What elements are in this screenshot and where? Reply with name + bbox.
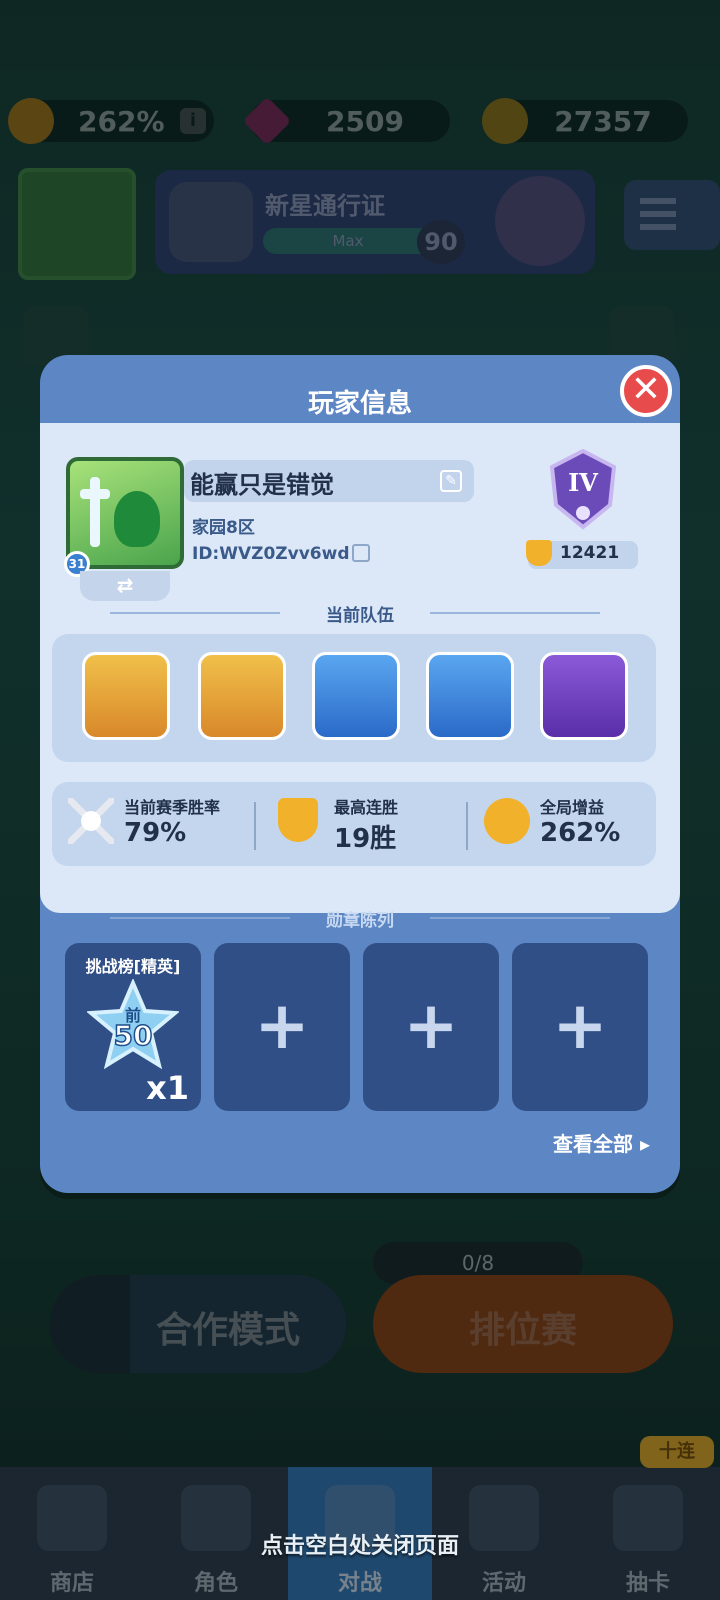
gems-resource[interactable]: 2509 [242,96,450,146]
rank-badge-icon: IV [549,449,617,530]
hero-slot-leaf-warrior[interactable] [312,652,400,740]
green-cat-icon [114,491,160,547]
player-name: 能赢只是错觉 [190,471,334,499]
pass-bar-label: Max [332,232,364,250]
stats-row: 当前赛季胜率 79% 最高连胜 19胜 全局增益 262% [52,782,656,866]
hamburger-menu-button[interactable] [624,180,720,250]
player-avatar-button[interactable] [18,168,136,280]
player-info-modal: 玩家信息 ✕ 31 ⇄ 能赢只是错觉 ✎ 家园8区 ID:WVZ0Zvv6wd … [40,355,680,1193]
pass-progress-bar: Max [263,228,433,254]
coop-mode-button[interactable]: 合作模式 [50,1275,346,1373]
stat-boost-value: 262% [540,818,621,848]
nav-battle-label: 对战 [337,1571,382,1596]
add-icon: + [403,987,459,1064]
player-id: ID:WVZ0Zvv6wd [192,544,350,564]
stat-win-streak: 最高连胜 19胜 [278,792,458,856]
close-hint: 点击空白处关闭页面 [260,1534,459,1559]
nav-shop-label: 商店 [49,1571,94,1596]
profile-panel: 31 ⇄ 能赢只是错觉 ✎ 家园8区 ID:WVZ0Zvv6wd IV 1242… [40,423,680,913]
trophy-count: 12421 [560,543,620,563]
pass-emblem-icon [169,182,253,262]
team-lineup [52,634,656,762]
ranked-mode-label: 排位赛 [468,1310,577,1351]
boost-icon [484,798,530,844]
hero-slot-goblin-mechanic[interactable] [540,652,628,740]
coins-resource[interactable]: 27357 [482,98,688,144]
medal-slot-empty-3[interactable]: + [512,943,648,1111]
nav-events-label: 活动 [481,1571,526,1596]
coin-icon [482,98,528,144]
pass-title: 新星通行证 [265,192,385,220]
add-icon: + [552,987,608,1064]
medal-label: 挑战榜[精英] [85,957,181,976]
stat-winrate-value: 79% [124,818,187,848]
medal-slot-empty-1[interactable]: + [214,943,350,1111]
stat-streak-label: 最高连胜 [334,798,399,817]
star-medal-icon: 前 50 [87,979,179,1070]
ten-pull-badge: 十连 [640,1436,714,1468]
nav-heroes-label: 角色 [193,1571,238,1596]
stat-season-winrate: 当前赛季胜率 79% [68,792,248,856]
add-icon: + [254,987,310,1064]
crossed-swords-icon [68,798,114,844]
stat-boost-label: 全局增益 [540,798,605,817]
hero-slot-pink-cat-girl[interactable] [198,652,286,740]
pass-mascot-icon [495,176,585,266]
hero-slot-armored-chef[interactable] [82,652,170,740]
close-button[interactable]: ✕ [620,365,672,417]
trophy-icon [526,540,552,566]
medal-rank: 50 [114,1019,153,1052]
boost-icon [8,98,54,144]
ranked-mode-button[interactable]: 排位赛 [373,1275,673,1373]
star-pass-banner[interactable]: 新星通行证 Max 90 [155,170,595,274]
edit-name-icon[interactable]: ✎ [440,470,462,492]
player-region: 家园8区 [192,518,255,538]
view-all-link[interactable]: 查看全部 ▸ [553,1128,650,1157]
boost-resource[interactable]: 262% i [8,98,214,144]
trophy-icon [278,798,318,842]
modal-title: 玩家信息 [307,389,412,419]
menu-icon [640,198,676,230]
copy-id-icon[interactable] [352,544,370,562]
swap-avatar-button[interactable]: ⇄ [80,571,170,601]
stat-global-boost: 全局增益 262% [484,792,654,856]
hero-slot-robot-eye[interactable] [426,652,514,740]
pass-level-badge: 90 [417,220,465,264]
stat-streak-value: 19胜 [334,824,397,854]
rank-numeral: IV [568,468,598,497]
medal-count: x1 [146,1069,189,1107]
medal-slot-challenge[interactable]: 挑战榜[精英] 前 50 x1 [65,943,201,1111]
medal-slot-empty-2[interactable]: + [363,943,499,1111]
info-icon[interactable]: i [180,108,206,134]
stat-winrate-label: 当前赛季胜率 [124,798,221,817]
coop-mode-label: 合作模式 [155,1310,300,1351]
nav-gacha-label: 抽卡 [625,1571,670,1596]
